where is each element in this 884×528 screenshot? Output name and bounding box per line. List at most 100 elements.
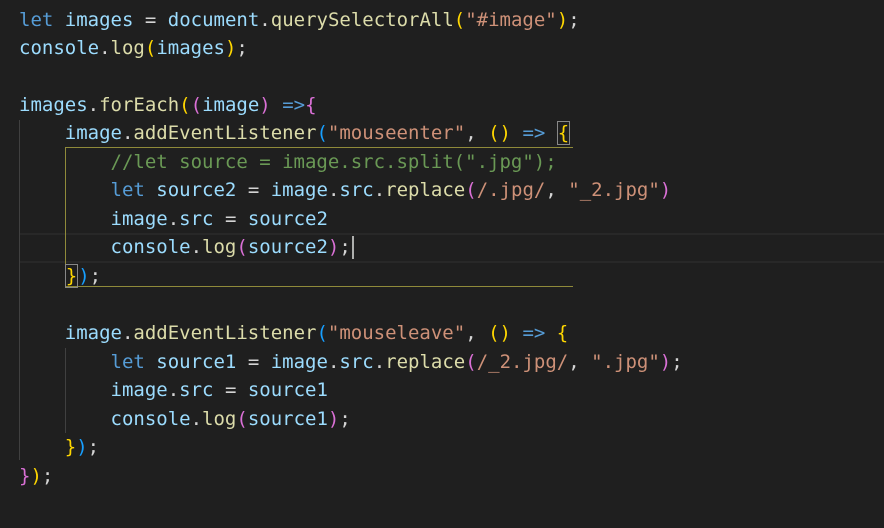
token-punct: . — [373, 179, 386, 201]
code-line-16[interactable]: }); — [19, 433, 99, 461]
token-variable: source1 — [156, 351, 237, 373]
token-punct: . — [167, 379, 180, 401]
token-punct: , — [568, 351, 580, 373]
code-line-8[interactable]: image.src = source2 — [19, 205, 328, 233]
token-string: "#image" — [465, 9, 557, 31]
token-variable: source1 — [247, 379, 328, 401]
token-bracket: ( — [316, 322, 328, 344]
token-variable: image — [110, 379, 168, 401]
token-variable: image — [270, 179, 328, 201]
token-function: querySelectorAll — [270, 9, 454, 31]
code-line-4[interactable]: images.forEach((image) =>{ — [19, 91, 317, 119]
token-operator: = — [144, 9, 157, 31]
token-bracket: } — [19, 465, 31, 487]
token-punct: . — [167, 208, 180, 230]
token-bracket: ) — [224, 37, 237, 59]
token-punct: ; — [339, 236, 351, 258]
token-bracket: ) — [659, 351, 672, 373]
token-punct: . — [327, 179, 340, 201]
token-bracket: ( — [190, 94, 203, 116]
token-function: addEventListener — [133, 322, 317, 344]
token-function: log — [202, 408, 237, 430]
token-string: "_2.jpg" — [568, 179, 660, 201]
code-line-5[interactable]: image.addEventListener("mouseenter", () … — [19, 119, 571, 147]
token-function: log — [202, 236, 237, 258]
token-bracket: ( — [179, 94, 191, 116]
token-punct: . — [99, 37, 111, 59]
code-line-10[interactable]: }); — [19, 262, 101, 290]
token-keyword: let — [110, 351, 145, 373]
token-bracket: } — [64, 436, 77, 458]
token-arrow: => — [522, 322, 546, 344]
token-bracket: ( — [488, 322, 500, 344]
token-punct: . — [87, 94, 100, 116]
token-operator: = — [224, 208, 237, 230]
token-variable: console — [110, 236, 191, 258]
token-variable: image — [64, 322, 122, 344]
token-punct: . — [121, 322, 134, 344]
token-operator: = — [247, 351, 260, 373]
code-line-12[interactable]: image.addEventListener("mouseleave", () … — [19, 319, 568, 347]
token-function: addEventListener — [133, 122, 317, 144]
token-punct: . — [121, 122, 134, 144]
token-bracket: ( — [144, 37, 157, 59]
token-punct: ; — [87, 436, 100, 458]
code-line-14[interactable]: image.src = source1 — [19, 376, 328, 404]
token-bracket: ( — [465, 179, 477, 201]
token-variable: images — [156, 37, 225, 59]
token-bracket: ( — [488, 122, 500, 144]
token-function: replace — [385, 179, 466, 201]
token-function: forEach — [99, 94, 180, 116]
code-line-1[interactable]: let images = document.querySelectorAll("… — [19, 6, 580, 34]
code-editor[interactable]: let images = document.querySelectorAll("… — [0, 0, 884, 528]
token-punct: . — [327, 351, 340, 373]
token-string: "mouseenter" — [327, 122, 466, 144]
token-bracket: ) — [327, 408, 340, 430]
token-variable: console — [19, 37, 100, 59]
token-punct: , — [545, 179, 557, 201]
token-variable: src — [179, 379, 214, 401]
token-variable: src — [339, 351, 374, 373]
token-variable: source2 — [247, 208, 328, 230]
token-punct: ; — [339, 408, 351, 430]
code-line-15[interactable]: console.log(source1); — [19, 405, 351, 433]
token-variable: document — [167, 9, 260, 31]
token-comment: //let source = image.src.split(".jpg"); — [110, 151, 557, 173]
token-bracket: ( — [453, 9, 466, 31]
token-variable: src — [339, 179, 374, 201]
token-punct: . — [259, 9, 271, 31]
token-punct: , — [465, 322, 477, 344]
token-punct: . — [190, 408, 203, 430]
token-arrow: => — [282, 94, 306, 116]
token-variable: image — [202, 94, 260, 116]
token-punct: ; — [89, 265, 102, 287]
code-line-7[interactable]: let source2 = image.src.replace(/.jpg/, … — [19, 176, 672, 204]
token-bracket: ( — [316, 122, 328, 144]
token-bracket: ) — [556, 9, 569, 31]
token-punct: ; — [41, 465, 54, 487]
token-operator: = — [224, 379, 237, 401]
token-bracket: ) — [259, 94, 271, 116]
token-function: log — [110, 37, 145, 59]
token-bracket: { — [305, 94, 317, 116]
token-keyword: let — [19, 9, 54, 31]
code-line-2[interactable]: console.log(images); — [19, 34, 248, 62]
token-bracket: ( — [236, 236, 248, 258]
token-bracket: ) — [659, 179, 672, 201]
token-punct: . — [190, 236, 203, 258]
token-punct: , — [465, 122, 477, 144]
code-line-9[interactable]: console.log(source2); — [19, 233, 351, 261]
token-punct: ; — [671, 351, 683, 373]
token-string: "mouseleave" — [327, 322, 466, 344]
token-bracket: ) — [76, 436, 88, 458]
token-operator: = — [247, 179, 260, 201]
token-variable: source2 — [156, 179, 237, 201]
token-bracket: { — [556, 322, 569, 344]
token-keyword: let — [110, 179, 145, 201]
token-variable: images — [19, 94, 88, 116]
token-punct: ; — [236, 37, 248, 59]
token-bracket: ( — [465, 351, 477, 373]
code-line-17[interactable]: }); — [19, 462, 53, 490]
code-line-6[interactable]: //let source = image.src.split(".jpg"); — [19, 148, 557, 176]
code-line-13[interactable]: let source1 = image.src.replace(/_2.jpg/… — [19, 348, 683, 376]
